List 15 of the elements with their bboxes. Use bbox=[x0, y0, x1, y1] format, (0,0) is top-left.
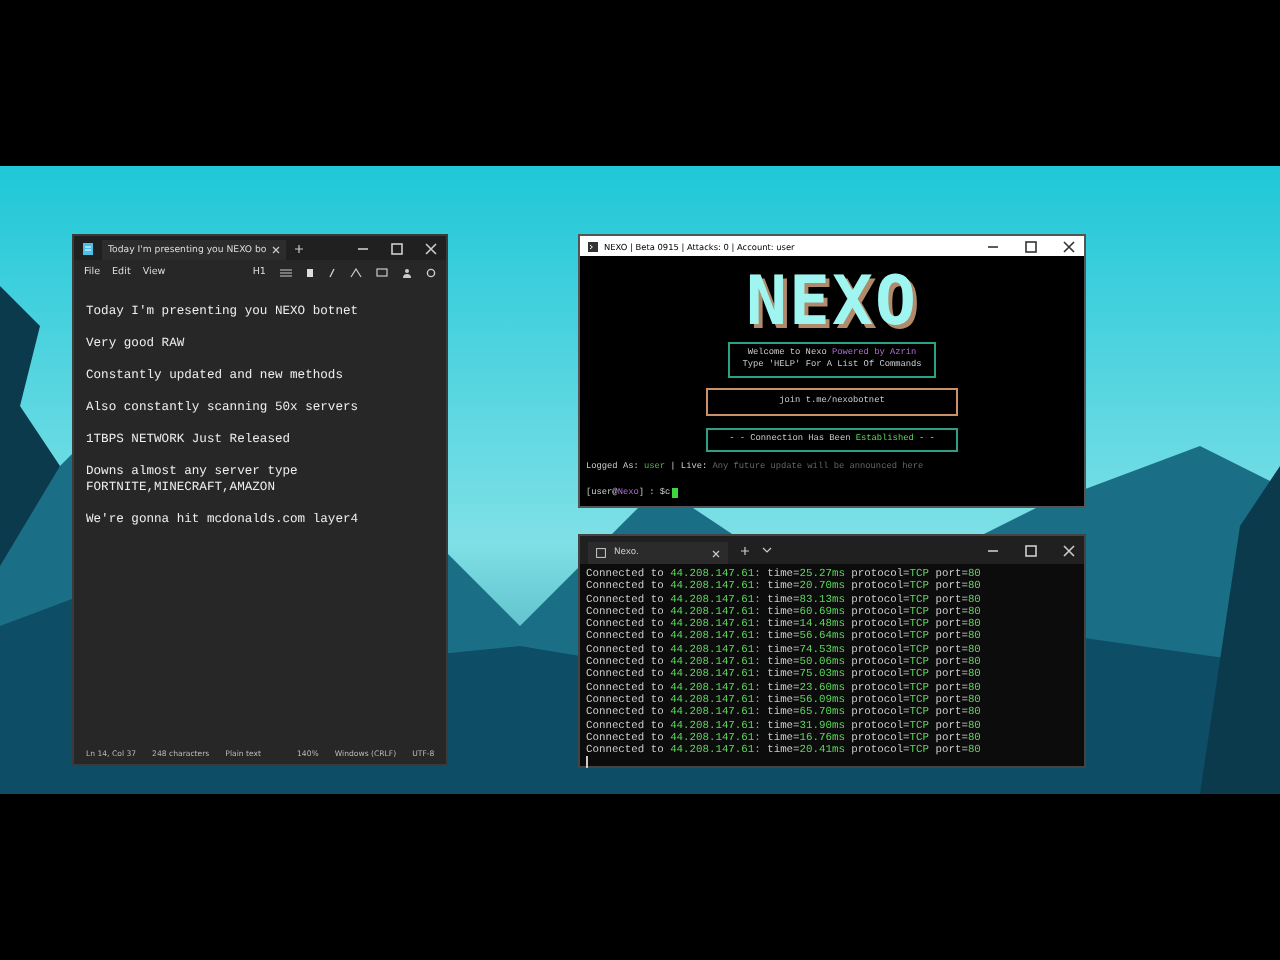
plus-icon[interactable] bbox=[740, 545, 750, 555]
text-cursor bbox=[586, 756, 588, 769]
italic-icon[interactable] bbox=[328, 267, 336, 277]
close-icon[interactable] bbox=[1062, 239, 1076, 253]
notepad-icon bbox=[82, 241, 94, 255]
nexo-logo: NEXO bbox=[746, 268, 918, 336]
console-icon bbox=[588, 241, 598, 251]
bold-icon[interactable] bbox=[306, 267, 314, 277]
list-icon[interactable] bbox=[280, 267, 292, 277]
plus-icon[interactable] bbox=[294, 243, 305, 253]
terminal-icon bbox=[596, 548, 606, 558]
text-cursor bbox=[672, 488, 679, 498]
chevron-down-icon[interactable] bbox=[762, 546, 772, 554]
person-icon[interactable] bbox=[402, 267, 412, 277]
maximize-icon[interactable] bbox=[1024, 239, 1038, 253]
